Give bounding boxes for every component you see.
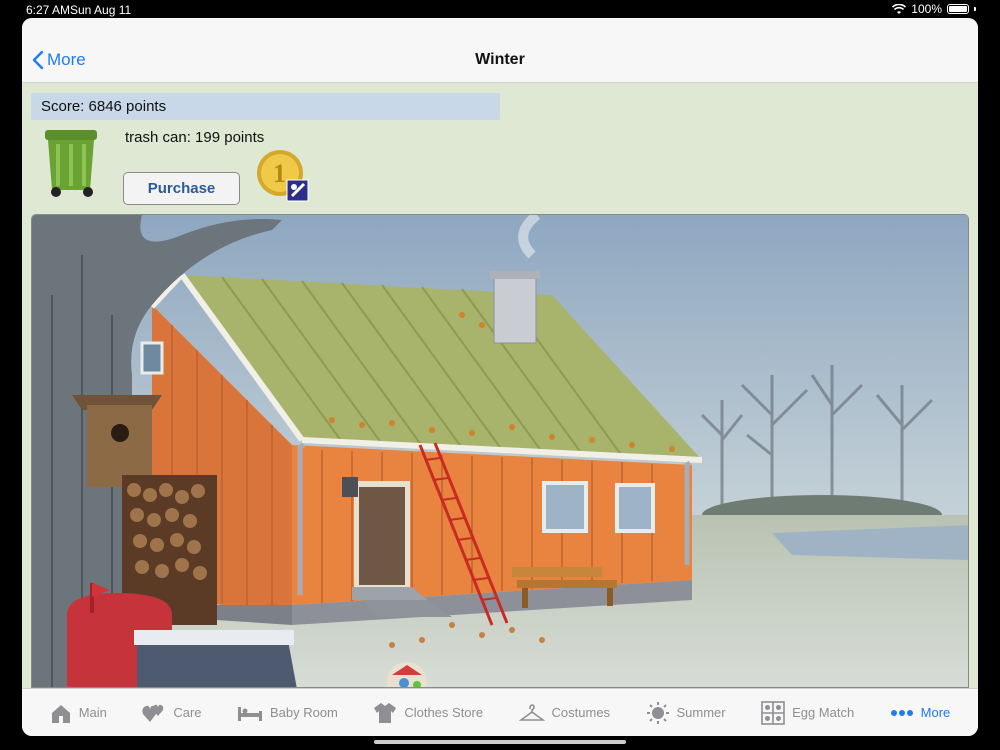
coin-icon: 1	[257, 150, 309, 202]
tab-bar: Main Care Baby Room Clothes Store Costum…	[22, 688, 978, 736]
status-right: 100%	[892, 2, 976, 16]
score-display: Score: 6846 points	[31, 93, 500, 120]
trash-can-icon	[45, 130, 97, 197]
tab-label: Egg Match	[792, 705, 855, 720]
house-icon	[51, 704, 70, 723]
battery-cap	[974, 7, 976, 11]
more-dots-icon	[890, 709, 913, 716]
tab-baby-room[interactable]: Baby Room	[237, 703, 338, 723]
tab-label: Costumes	[551, 705, 611, 720]
winter-scene-art	[32, 215, 968, 687]
tab-costumes[interactable]: Costumes	[518, 703, 611, 723]
tab-label: Summer	[676, 705, 726, 720]
tab-more[interactable]: More	[890, 705, 951, 720]
purchase-button[interactable]: Purchase	[123, 172, 240, 205]
tab-egg-match[interactable]: Egg Match	[761, 700, 855, 725]
svg-text:1: 1	[273, 159, 286, 188]
tab-label: Main	[78, 705, 107, 720]
hearts-icon	[142, 704, 164, 722]
page-title: Winter	[475, 51, 525, 68]
navigation-bar: More Winter	[22, 18, 978, 83]
bed-icon	[237, 706, 262, 721]
tab-summer[interactable]: Summer	[646, 701, 726, 725]
tab-label: Clothes Store	[404, 705, 484, 720]
main-content: Score: 6846 points trash can: 199 points…	[22, 83, 978, 688]
item-price: trash can: 199 points	[125, 129, 265, 146]
status-bar: 6:27 AM Sun Aug 11 100%	[0, 0, 1000, 18]
tab-label: Care	[173, 705, 202, 720]
tab-label: More	[920, 705, 951, 720]
sun-icon	[646, 701, 669, 724]
home-indicator[interactable]	[374, 740, 626, 744]
tab-label: Baby Room	[269, 705, 338, 720]
shirt-icon	[374, 702, 397, 723]
wifi-icon	[892, 3, 907, 14]
status-time: 6:27 AM	[26, 3, 71, 17]
battery-icon	[947, 4, 969, 14]
tab-clothes-store[interactable]: Clothes Store	[373, 702, 483, 724]
app-window: More Winter Score: 6846 points trash can…	[22, 18, 978, 736]
grid-icon	[761, 700, 785, 725]
tab-care[interactable]: Care	[142, 702, 202, 724]
winter-scene[interactable]	[31, 214, 969, 688]
tab-main[interactable]: Main	[50, 702, 107, 724]
status-date: Sun Aug 11	[70, 3, 132, 17]
hanger-icon	[518, 703, 545, 721]
battery-percent: 100%	[911, 2, 942, 16]
